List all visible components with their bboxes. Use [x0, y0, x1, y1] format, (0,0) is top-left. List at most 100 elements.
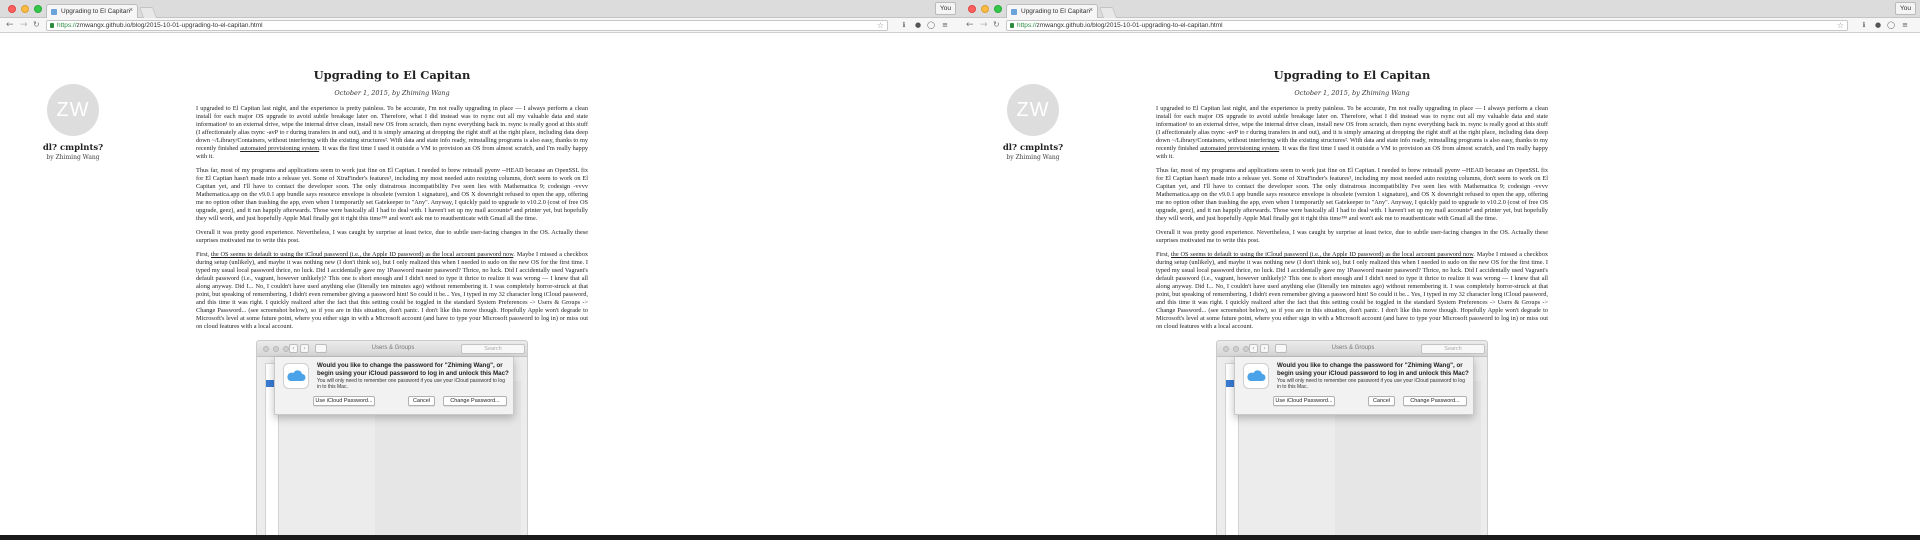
dialog-search-field: Search [461, 344, 525, 354]
close-window-button[interactable] [968, 5, 976, 13]
post-title: Upgrading to El Capitan [313, 68, 471, 82]
reload-icon[interactable]: ↻ [993, 20, 1000, 30]
change-password-button: Change Password... [1403, 396, 1467, 406]
browser-toolbar: ← → ↻ https://zmwangx.github.io/blog/201… [0, 18, 960, 33]
dialog-search-field: Search [1421, 344, 1485, 354]
bookmark-star-icon[interactable]: ☆ [877, 21, 884, 30]
extension-chat-icon[interactable]: ● [914, 21, 922, 29]
dialog-window-controls [263, 346, 289, 352]
paragraph-1: I upgraded to El Capitan last night, and… [1156, 105, 1548, 161]
close-window-button[interactable] [8, 5, 16, 13]
dialog-titlebar: ‹ › Users & Groups Search [1217, 341, 1487, 357]
extension-info-icon[interactable]: ℹ [900, 21, 908, 29]
paragraph-1: I upgraded to El Capitan last night, and… [196, 105, 588, 161]
menu-icon[interactable]: ≡ [1901, 21, 1909, 29]
sheet-heading: Would you like to change the password fo… [317, 362, 509, 377]
url-text: zmwangx.github.io/blog/2015-10-01-upgrad… [1036, 22, 1223, 29]
dialog-dot [263, 346, 269, 352]
paragraph-text: . Maybe I missed a checkbox during setup… [196, 251, 588, 330]
paragraph-2: Thus far, most of my programs and applic… [196, 167, 588, 222]
menu-icon[interactable]: ≡ [941, 21, 949, 29]
paragraph-3: Overall it was pretty good experience. N… [196, 229, 588, 244]
icloud-password-link[interactable]: the OS seems to default to using the iCl… [211, 251, 513, 258]
screen: Upgrading to El Capitan × You ← → ↻ http… [0, 0, 1920, 540]
site-byline: by Zhiming Wang [46, 154, 100, 161]
show-all-grid-icon [1275, 344, 1287, 353]
lock-icon [1010, 23, 1014, 28]
page-content: ZW dl? cmplnts? by Zhiming Wang Upgradin… [960, 34, 1920, 540]
site-title[interactable]: dl? cmplnts? [1000, 143, 1066, 153]
article: Upgrading to El Capitan October 1, 2015,… [196, 68, 588, 331]
dialog-dot [1223, 346, 1229, 352]
minimize-window-button[interactable] [21, 5, 29, 13]
tab-close-icon[interactable]: × [129, 7, 133, 14]
zoom-window-button[interactable] [34, 5, 42, 13]
tab-close-icon[interactable]: × [1089, 7, 1093, 14]
password-change-sheet: Would you like to change the password fo… [274, 357, 514, 415]
post-title: Upgrading to El Capitan [1273, 68, 1431, 82]
tab-active[interactable]: Upgrading to El Capitan × [1006, 4, 1098, 18]
users-groups-screenshot: ‹ › Users & Groups Search Would you like… [1216, 340, 1488, 540]
provisioning-link[interactable]: automated provisioning system [240, 145, 319, 152]
minimize-window-button[interactable] [981, 5, 989, 13]
paragraph-4: First, the OS seems to default to using … [196, 251, 588, 331]
address-bar[interactable]: https://zmwangx.github.io/blog/2015-10-0… [46, 20, 888, 31]
avatar[interactable]: ZW [47, 84, 99, 136]
extension-info-icon[interactable]: ℹ [1860, 21, 1868, 29]
password-change-sheet: Would you like to change the password fo… [1234, 357, 1474, 415]
extension-circle-icon[interactable]: ◯ [927, 21, 935, 29]
cancel-button: Cancel [1368, 396, 1395, 406]
browser-window-left: Upgrading to El Capitan × You ← → ↻ http… [0, 0, 960, 540]
change-password-button: Change Password... [443, 396, 507, 406]
site-title[interactable]: dl? cmplnts? [40, 143, 106, 153]
icloud-password-link[interactable]: the OS seems to default to using the iCl… [1171, 251, 1473, 258]
dialog-window-controls [1223, 346, 1249, 352]
post-date: October 1, 2015, by Zhiming Wang [334, 89, 450, 97]
new-tab-button[interactable] [1098, 7, 1118, 18]
dialog-window-title: Users & Groups [371, 345, 415, 351]
back-icon[interactable]: ← [966, 20, 974, 30]
paragraph-2: Thus far, most of my programs and applic… [1156, 167, 1548, 222]
reload-icon[interactable]: ↻ [33, 20, 40, 30]
icloud-icon [283, 363, 309, 389]
use-icloud-password-button: Use iCloud Password... [1273, 396, 1335, 406]
browser-toolbar: ← → ↻ https://zmwangx.github.io/blog/201… [960, 18, 1920, 33]
zoom-window-button[interactable] [994, 5, 1002, 13]
tab-title: Upgrading to El Capitan [1021, 8, 1091, 15]
forward-icon[interactable]: → [20, 20, 28, 30]
profile-button[interactable]: You [935, 2, 956, 15]
favicon-icon [51, 9, 57, 15]
dialog-window-title: Users & Groups [1331, 345, 1375, 351]
paragraph-3: Overall it was pretty good experience. N… [1156, 229, 1548, 244]
window-controls [8, 5, 42, 13]
provisioning-link[interactable]: automated provisioning system [1200, 145, 1279, 152]
extension-chat-icon[interactable]: ● [1874, 21, 1882, 29]
dialog-dot [1233, 346, 1239, 352]
url-scheme: https:// [1017, 22, 1037, 29]
address-bar[interactable]: https://zmwangx.github.io/blog/2015-10-0… [1006, 20, 1848, 31]
tab-active[interactable]: Upgrading to El Capitan × [46, 4, 138, 18]
url-scheme: https:// [57, 22, 77, 29]
profile-button[interactable]: You [1895, 2, 1916, 15]
dialog-forward-icon: › [1260, 344, 1269, 353]
window-bottom-edge [960, 535, 1920, 540]
extension-circle-icon[interactable]: ◯ [1887, 21, 1895, 29]
favicon-icon [1011, 9, 1017, 15]
icloud-icon [1243, 363, 1269, 389]
dialog-forward-icon: › [300, 344, 309, 353]
show-all-grid-icon [315, 344, 327, 353]
avatar[interactable]: ZW [1007, 84, 1059, 136]
paragraph-text: . Maybe I missed a checkbox during setup… [1156, 251, 1548, 330]
dialog-titlebar: ‹ › Users & Groups Search [257, 341, 527, 357]
lock-icon [50, 23, 54, 28]
sheet-body: You will only need to remember one passw… [317, 378, 505, 390]
new-tab-button[interactable] [138, 7, 158, 18]
page-content: ZW dl? cmplnts? by Zhiming Wang Upgradin… [0, 34, 960, 540]
paragraph-4: First, the OS seems to default to using … [1156, 251, 1548, 331]
bookmark-star-icon[interactable]: ☆ [1837, 21, 1844, 30]
window-controls [968, 5, 1002, 13]
back-icon[interactable]: ← [6, 20, 14, 30]
forward-icon[interactable]: → [980, 20, 988, 30]
tab-strip: Upgrading to El Capitan × You [960, 0, 1920, 18]
article: Upgrading to El Capitan October 1, 2015,… [1156, 68, 1548, 331]
